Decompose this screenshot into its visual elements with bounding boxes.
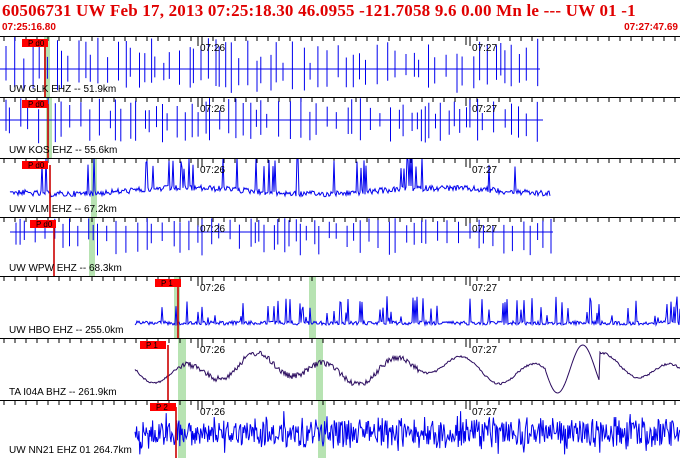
station-label: UW VLM EHZ -- 67.2km <box>9 204 117 215</box>
p-pick-label: P d0 <box>36 220 53 229</box>
window-end-time: 07:27:47.69 <box>624 22 678 33</box>
minute-label: 07:27 <box>472 345 497 356</box>
minute-label: 07:26 <box>200 407 225 418</box>
seismogram-panel: P d0 07:26 07:27 UW KOS EHZ -- 55.6km <box>0 97 680 158</box>
minute-label: 07:26 <box>200 224 225 235</box>
s-pick-band <box>178 339 186 400</box>
seismogram-panel: P 2 07:26 07:27 UW NN21 EHZ 01 264.7km <box>0 400 680 458</box>
minute-label: 07:26 <box>200 43 225 54</box>
p-pick-label: P 1 <box>161 279 173 288</box>
seismogram-panel: P d0 07:26 07:27 UW WPW EHZ -- 68.3km <box>0 217 680 276</box>
station-label: UW WPW EHZ -- 68.3km <box>9 263 122 274</box>
seismogram-panels: P d0 07:26 07:27 UW GLK EHZ -- 51.9km P d0 07… <box>0 36 680 458</box>
minute-label: 07:27 <box>472 224 497 235</box>
waveform-trace <box>134 296 680 327</box>
station-label: UW KOS EHZ -- 55.6km <box>9 145 118 156</box>
minute-label: 07:27 <box>472 283 497 294</box>
station-label: TA I04A BHZ -- 261.9km <box>9 387 117 398</box>
seismogram-panel: P d0 07:26 07:27 UW GLK EHZ -- 51.9km <box>0 36 680 97</box>
minute-label: 07:27 <box>472 104 497 115</box>
p-pick-label: P d0 <box>28 161 45 170</box>
p-pick-label: P 1 <box>146 341 158 350</box>
minute-label: 07:26 <box>200 283 225 294</box>
s-pick-band <box>316 339 323 400</box>
minute-label: 07:26 <box>200 165 225 176</box>
p-pick-label: P d0 <box>28 39 45 48</box>
event-title: 60506731 UW Feb 17, 2013 07:25:18.30 46.… <box>2 1 636 20</box>
seismogram-panel: P d0 07:26 07:27 UW VLM EHZ -- 67.2km <box>0 158 680 217</box>
p-pick-label: P d0 <box>28 100 45 109</box>
minute-label: 07:27 <box>472 407 497 418</box>
waveform-trace <box>0 98 543 144</box>
p-pick-label: P 2 <box>156 403 168 412</box>
minute-label: 07:27 <box>472 165 497 176</box>
minute-label: 07:26 <box>200 104 225 115</box>
window-start-time: 07:25:16.80 <box>2 22 56 33</box>
station-label: UW HBO EHZ -- 255.0km <box>9 325 124 336</box>
seismogram-panel: P 1 07:26 07:27 UW HBO EHZ -- 255.0km <box>0 276 680 338</box>
event-header: 60506731 UW Feb 17, 2013 07:25:18.30 46.… <box>0 0 680 36</box>
s-pick-band <box>309 277 316 338</box>
seismogram-panel: P 1 07:26 07:27 TA I04A BHZ -- 261.9km <box>0 338 680 400</box>
minute-label: 07:26 <box>200 345 225 356</box>
station-label: UW GLK EHZ -- 51.9km <box>9 84 117 95</box>
minute-label: 07:27 <box>472 43 497 54</box>
station-label: UW NN21 EHZ 01 264.7km <box>9 445 132 456</box>
